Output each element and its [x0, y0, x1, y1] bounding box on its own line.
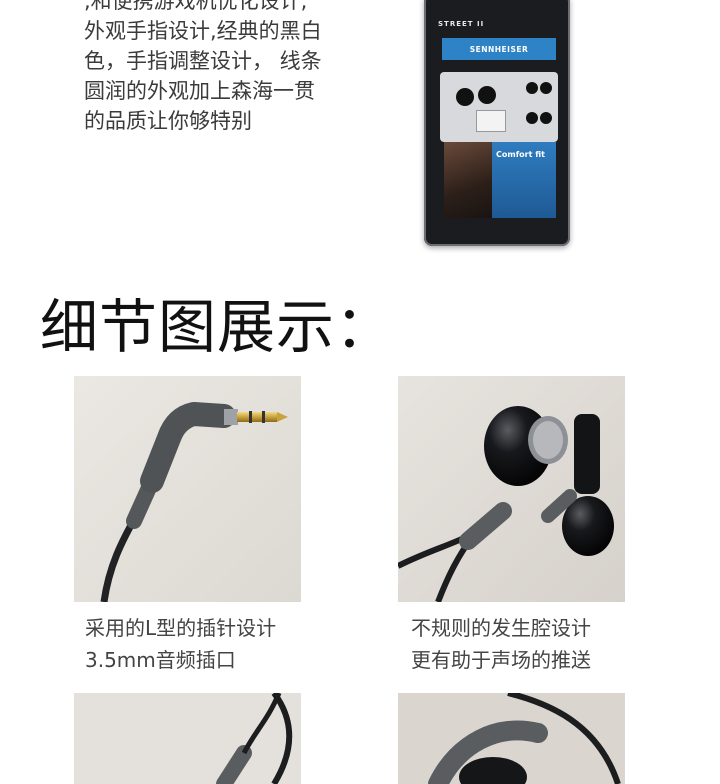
intro-line: 的品质让你够特别 [84, 109, 252, 133]
eartip-icon [540, 112, 552, 124]
eartip-icon [526, 112, 538, 124]
section-heading: 细节图展示： [40, 293, 395, 361]
intro-line: 圆润的外观加上森海一贯 [84, 79, 315, 103]
package-model-photo [444, 142, 492, 218]
intro-text: ,和便携游戏机优化设计, 外观手指设计,经典的黑白 色，手指调整设计， 线条 圆… [84, 0, 354, 136]
detail-photo-cable [74, 693, 301, 784]
product-package-image: STREET II SENNHEISER Comfort fit [424, 0, 570, 246]
caption-line: 不规则的发生腔设计 [411, 616, 591, 640]
package-brand: SENNHEISER [469, 44, 529, 54]
earbud-icon [478, 86, 496, 104]
eartip-icon [540, 82, 552, 94]
earbud-icon [456, 88, 474, 106]
detail-caption: 采用的L型的插针设计 3.5mm音频插口 [85, 612, 276, 676]
package-price-tag [476, 110, 506, 132]
detail-caption: 不规则的发生腔设计 更有助于声场的推送 [411, 612, 591, 676]
package-series-label: STREET II [438, 20, 485, 28]
detail-photo-earhook [398, 693, 625, 784]
detail-photo-earbud [398, 376, 625, 602]
intro-line: ,和便携游戏机优化设计, [84, 0, 308, 13]
eartip-icon [526, 82, 538, 94]
detail-photo-plug [74, 376, 301, 602]
caption-line: 3.5mm音频插口 [85, 648, 236, 672]
caption-line: 采用的L型的插针设计 [85, 616, 277, 640]
package-brand-stripe: SENNHEISER [442, 38, 556, 60]
caption-line: 更有助于声场的推送 [411, 648, 591, 672]
package-tagline: Comfort fit [496, 150, 545, 159]
intro-line: 外观手指设计,经典的黑白 [84, 19, 322, 43]
intro-line: 色，手指调整设计， 线条 [84, 49, 322, 73]
